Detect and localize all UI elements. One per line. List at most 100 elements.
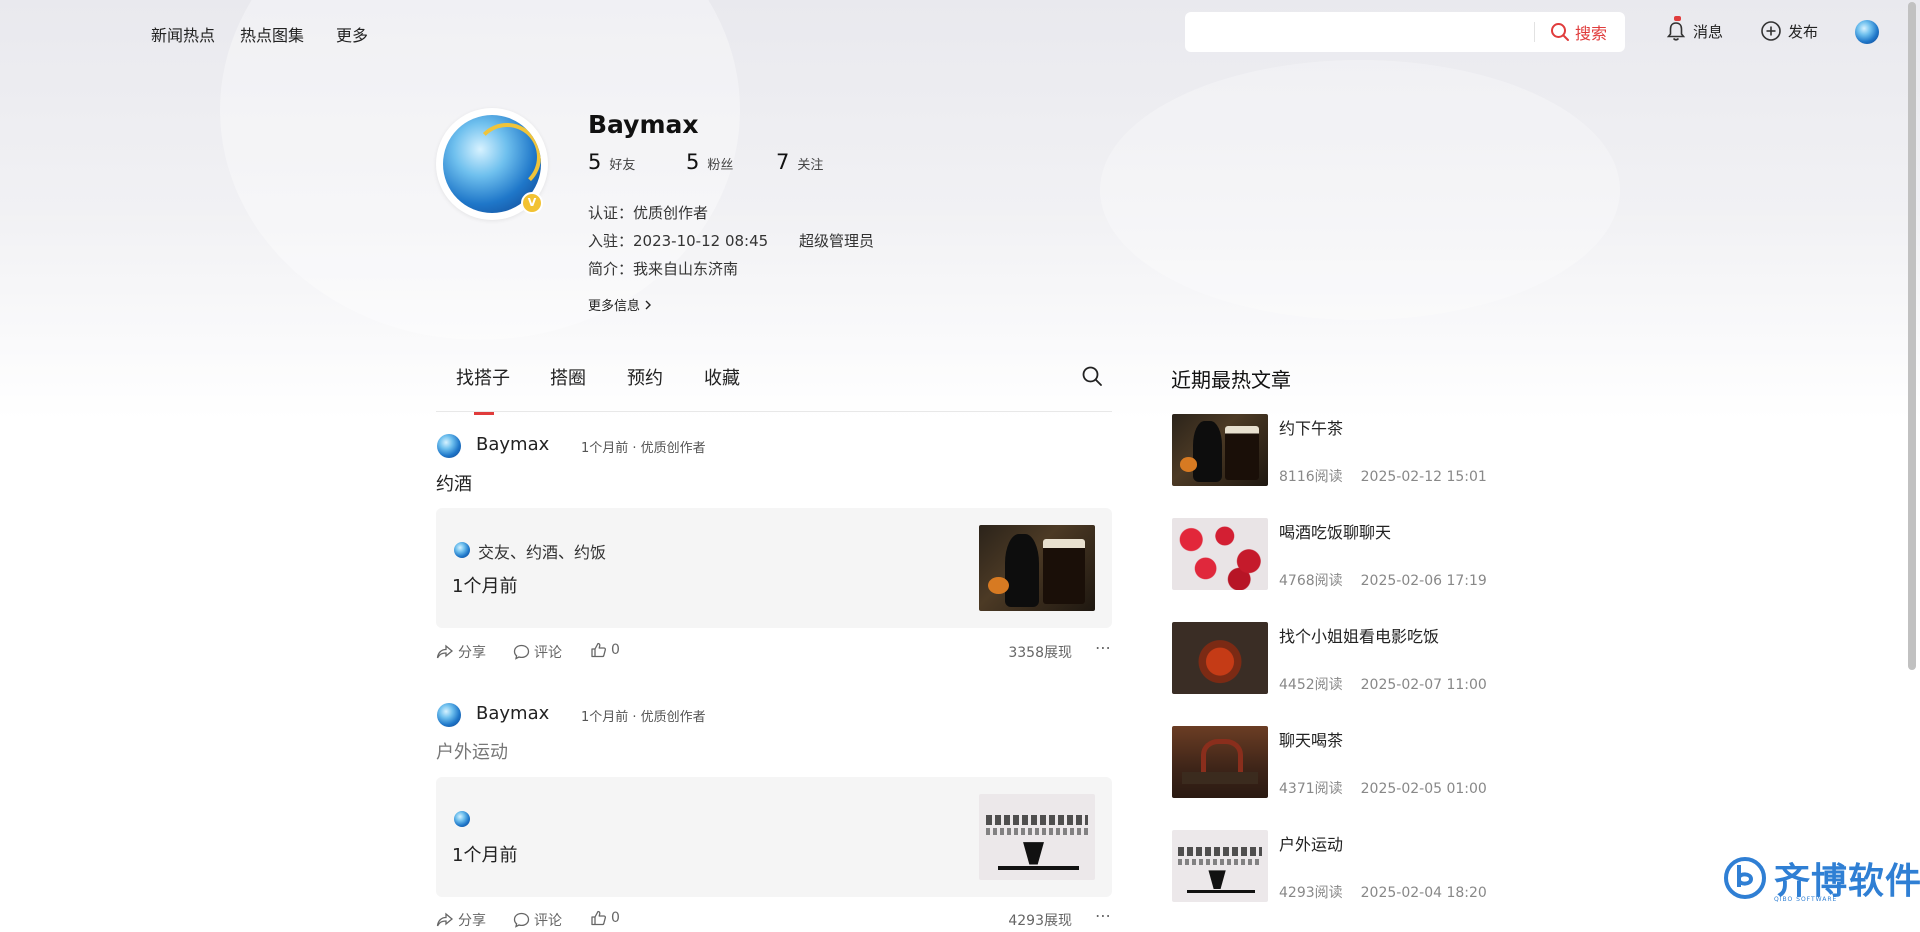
comment-button[interactable]: 评论 [513,642,562,662]
article-title[interactable]: 户外运动 [1279,831,1343,855]
search-button-label: 搜索 [1575,24,1608,43]
article-date: 2025-02-07 11:00 [1360,677,1487,693]
nav-link-news[interactable]: 新闻热点 [151,22,215,46]
comment-label: 评论 [534,913,562,929]
profile-joined: 入驻：2023-10-12 08:45 [588,232,769,250]
chevron-right-icon [645,300,652,309]
stat-friends[interactable]: 5 好友 [588,150,635,174]
card-tags: 交友、约酒、约饭 [478,543,607,562]
search-divider [1534,22,1535,42]
search-button[interactable]: 搜索 [1550,12,1607,52]
profile-header-background [0,0,1920,420]
article-title[interactable]: 聊天喝茶 [1279,727,1343,751]
share-icon [436,912,454,927]
search-icon [1082,366,1102,386]
feed-author-avatar[interactable] [437,434,461,458]
card-avatar [454,811,470,827]
feed-author-name[interactable]: Baymax [476,703,549,724]
share-icon [436,644,454,659]
article-thumbnail[interactable] [1172,414,1268,486]
article-reads: 4768阅读 [1279,573,1343,589]
article-title[interactable]: 约下午茶 [1279,415,1343,439]
watermark: 齐博软件 QIBO SOFTWARE [1722,852,1920,904]
article-reads: 4371阅读 [1279,781,1343,797]
feed-card[interactable]: 1个月前 [436,777,1112,897]
thumbs-up-icon [591,910,607,926]
view-count: 3358展现 [1008,645,1072,661]
article-date: 2025-02-12 15:01 [1360,469,1487,485]
comment-icon [513,912,530,928]
nav-link-gallery[interactable]: 热点图集 [240,22,304,46]
scrollbar-thumb[interactable] [1908,2,1916,670]
tab-find-partner[interactable]: 找搭子 [456,364,510,390]
stat-following[interactable]: 7 关注 [776,150,823,174]
plus-circle-icon [1761,21,1781,41]
feed-actions: 分享 评论 0 3358展现 ⋯ [436,638,1112,664]
profile-name: Baymax [588,110,699,139]
article-meta: 4293阅读 2025-02-04 18:20 [1279,882,1487,902]
publish-button[interactable]: 发布 [1760,20,1818,42]
messages-button[interactable]: 消息 [1665,16,1724,42]
feed-title[interactable]: 户外运动 [436,738,508,764]
nav-link-more[interactable]: 更多 [336,22,368,46]
more-options-icon[interactable]: ⋯ [1095,638,1112,657]
tab-booking[interactable]: 预约 [627,364,663,390]
like-button[interactable]: 0 [590,910,620,926]
card-thumbnail [979,794,1095,880]
article-date: 2025-02-06 17:19 [1360,573,1487,589]
stat-friends-count: 5 [588,150,602,174]
more-options-icon[interactable]: ⋯ [1095,906,1112,925]
watermark-subtext: QIBO SOFTWARE [1774,896,1838,903]
like-count: 0 [611,910,620,926]
feed-card[interactable]: 交友、约酒、约饭 1个月前 [436,508,1112,628]
more-info-link[interactable]: 更多信息 [588,295,652,314]
stat-following-count: 7 [776,150,790,174]
like-count: 0 [611,642,620,658]
verified-badge: V [521,192,543,214]
comment-label: 评论 [534,645,562,661]
article-title[interactable]: 找个小姐姐看电影吃饭 [1279,623,1439,647]
profile-role: 超级管理员 [799,232,875,250]
profile-bio: 简介：我来自山东济南 [588,260,739,278]
share-label: 分享 [458,913,486,929]
article-thumbnail[interactable] [1172,518,1268,590]
article-date: 2025-02-04 18:20 [1360,885,1487,901]
more-info-label: 更多信息 [588,299,641,314]
card-thumbnail [979,525,1095,611]
feed-author-name[interactable]: Baymax [476,434,549,455]
card-time: 1个月前 [452,576,518,597]
messages-label: 消息 [1693,22,1724,41]
share-label: 分享 [458,645,486,661]
tab-circle[interactable]: 搭圈 [550,364,586,390]
share-button[interactable]: 分享 [436,642,486,662]
publish-label: 发布 [1788,22,1819,41]
article-thumbnail[interactable] [1172,830,1268,902]
card-time: 1个月前 [452,845,518,866]
article-meta: 4768阅读 2025-02-06 17:19 [1279,570,1487,590]
tab-search-button[interactable] [1081,365,1103,391]
search-input[interactable] [1197,20,1711,46]
tab-favorites[interactable]: 收藏 [704,364,740,390]
feed-author-avatar[interactable] [437,703,461,727]
feed-meta: 1个月前 · 优质创作者 [581,710,706,725]
article-meta: 4452阅读 2025-02-07 11:00 [1279,674,1487,694]
article-thumbnail[interactable] [1172,726,1268,798]
feed-title[interactable]: 约酒 [436,470,472,496]
notification-dot [1674,16,1681,21]
share-button[interactable]: 分享 [436,910,486,930]
profile-certification: 认证：优质创作者 [588,204,709,222]
like-button[interactable]: 0 [590,642,620,658]
article-reads: 4293阅读 [1279,885,1343,901]
article-thumbnail[interactable] [1172,622,1268,694]
stat-fans[interactable]: 5 粉丝 [686,150,733,174]
card-avatar [454,542,470,558]
sidebar-title: 近期最热文章 [1171,368,1291,392]
comment-button[interactable]: 评论 [513,910,562,930]
article-date: 2025-02-05 01:00 [1360,781,1487,797]
comment-icon [513,644,530,660]
qibo-logo-icon [1724,857,1766,899]
article-title[interactable]: 喝酒吃饭聊聊天 [1279,519,1391,543]
stat-following-label: 关注 [797,158,824,173]
user-avatar[interactable] [1855,20,1879,44]
stat-fans-count: 5 [686,150,700,174]
